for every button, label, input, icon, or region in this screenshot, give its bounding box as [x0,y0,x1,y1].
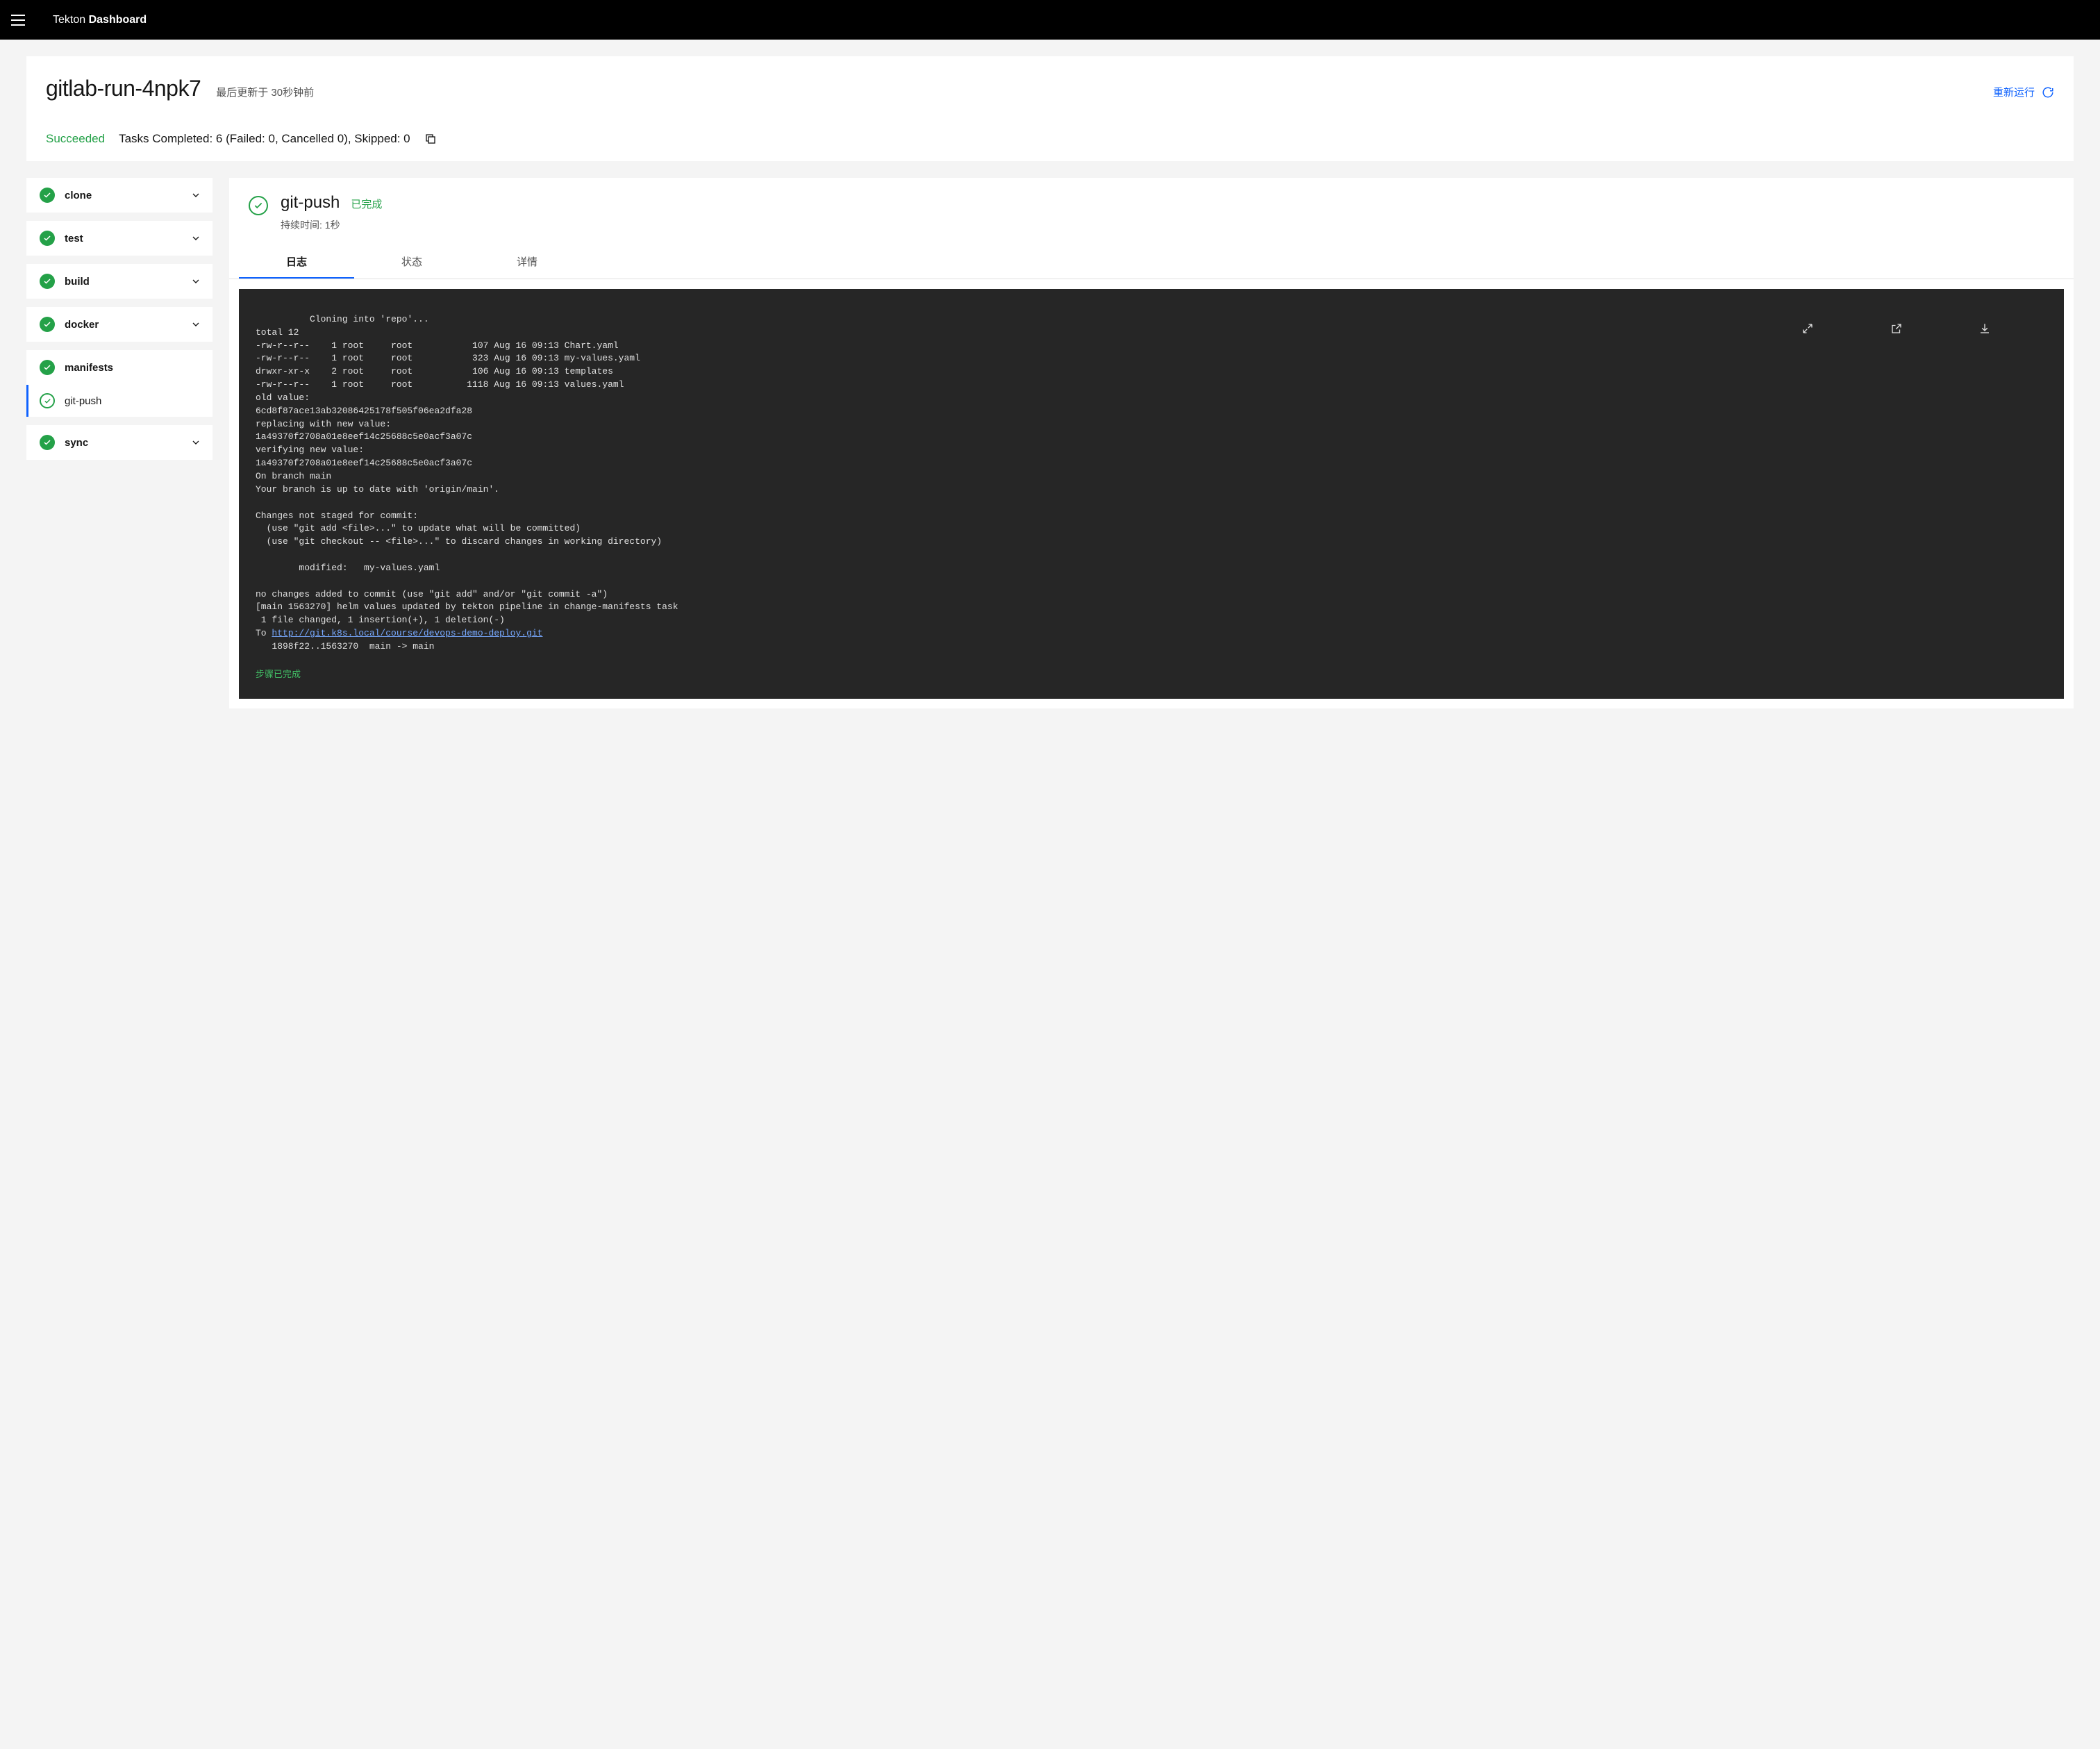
tab-log[interactable]: 日志 [239,246,354,279]
brand-light: Tekton [53,14,89,26]
sidebar-step-git-push[interactable]: git-push [26,385,212,417]
task-sidebar: clone test build [26,178,212,460]
sidebar-task-manifests[interactable]: manifests [26,350,212,385]
step-tabs: 日志 状态 详情 [229,246,2074,279]
success-outline-icon [249,196,268,215]
chevron-down-icon [190,276,201,287]
task-label: build [65,276,190,288]
step-panel: git-push 已完成 持续时间: 1秒 日志 状态 详情 [229,178,2074,708]
download-icon[interactable] [1978,296,2054,360]
rerun-label: 重新运行 [1993,85,2035,99]
rerun-button[interactable]: 重新运行 [1993,85,2054,99]
step-label: git-push [65,395,101,407]
log-link[interactable]: http://git.k8s.local/course/devops-demo-… [272,628,542,638]
log-footer: 步骤已完成 [256,669,2047,682]
success-icon [40,188,55,203]
success-icon [40,360,55,375]
step-duration: 持续时间: 1秒 [281,218,2054,232]
log-pre: Cloning into 'repo'... total 12 -rw-r--r… [256,314,678,638]
log-post: 1898f22..1563270 main -> main [256,641,434,652]
log-toolbar [1801,296,2054,360]
menu-icon[interactable] [11,12,28,28]
task-label: manifests [65,362,201,374]
copy-icon[interactable] [424,133,437,145]
run-status: Succeeded [46,132,105,146]
expand-icon[interactable] [1801,296,1877,360]
tab-details[interactable]: 详情 [469,246,585,279]
step-title: git-push [281,193,340,213]
success-icon [40,274,55,289]
log-output[interactable]: Cloning into 'repo'... total 12 -rw-r--r… [239,289,2064,699]
tab-status[interactable]: 状态 [354,246,469,279]
brand-bold: Dashboard [89,14,147,26]
open-external-icon[interactable] [1890,296,1966,360]
step-status: 已完成 [351,197,382,211]
success-outline-icon [40,393,55,408]
top-bar: Tekton Dashboard [0,0,2100,40]
brand: Tekton Dashboard [53,14,147,26]
sidebar-task-clone[interactable]: clone [26,178,212,213]
task-label: clone [65,190,190,201]
chevron-down-icon [190,190,201,201]
run-header: gitlab-run-4npk7 最后更新于 30秒钟前 重新运行 Succee… [26,56,2074,161]
sidebar-task-build[interactable]: build [26,264,212,299]
sidebar-task-sync[interactable]: sync [26,425,212,460]
chevron-down-icon [190,437,201,448]
chevron-down-icon [190,319,201,330]
success-icon [40,435,55,450]
chevron-down-icon [190,233,201,244]
task-label: sync [65,437,190,449]
task-label: test [65,233,190,244]
step-header: git-push 已完成 持续时间: 1秒 [229,178,2074,232]
restart-icon [2042,86,2054,99]
sidebar-task-docker[interactable]: docker [26,307,212,342]
run-title: gitlab-run-4npk7 [46,76,201,101]
last-updated: 最后更新于 30秒钟前 [216,85,314,99]
run-status-detail: Tasks Completed: 6 (Failed: 0, Cancelled… [119,132,410,146]
success-icon [40,317,55,332]
task-label: docker [65,319,190,331]
success-icon [40,231,55,246]
sidebar-task-manifests-group: manifests git-push [26,350,212,417]
sidebar-task-test[interactable]: test [26,221,212,256]
